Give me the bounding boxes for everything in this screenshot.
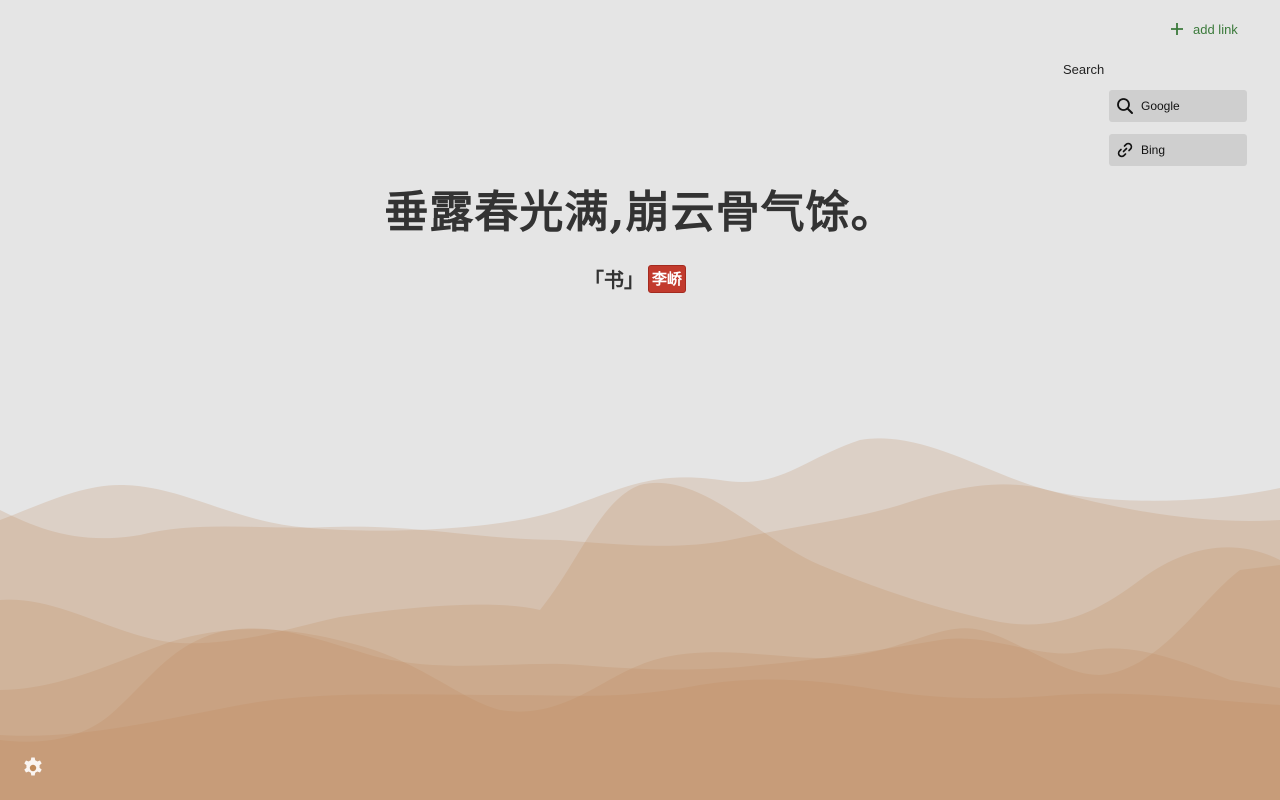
poem-work-title: 「书」: [583, 268, 644, 292]
add-link-button[interactable]: add link: [1170, 19, 1238, 39]
link-google[interactable]: Google: [1109, 90, 1247, 122]
background-waves: [0, 438, 1280, 800]
add-link-label: add link: [1193, 21, 1238, 37]
poem-line: 垂露春光满,崩云骨气馀。: [384, 187, 896, 238]
plus-icon: [1171, 23, 1183, 35]
author-seal: 李峤: [647, 264, 686, 293]
link-group-title: Search: [1063, 62, 1105, 77]
link-label: Bing: [1141, 143, 1166, 157]
link-icon: [1117, 142, 1133, 158]
new-tab-page: add link Search Google Bing 垂露春光满,崩云骨气馀。…: [0, 0, 1280, 800]
poem-source: 「书」 李峤: [0, 264, 1280, 293]
gear-icon[interactable]: [21, 756, 45, 780]
link-bing[interactable]: Bing: [1109, 134, 1247, 166]
link-label: Google: [1141, 99, 1180, 113]
search-icon: [1117, 98, 1133, 114]
